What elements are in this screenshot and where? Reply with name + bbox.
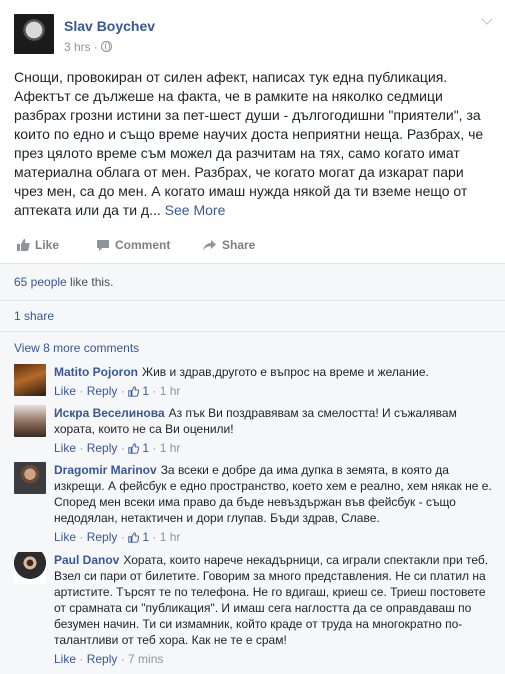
avatar[interactable] <box>14 462 46 494</box>
like-label: Like <box>35 238 60 252</box>
author-avatar[interactable] <box>14 14 54 54</box>
likes-text: 65 people like this. <box>14 275 113 289</box>
comment-likes[interactable]: 1 <box>128 384 149 398</box>
share-icon <box>203 239 216 251</box>
thumbs-up-icon <box>17 239 30 251</box>
comment-body: Paul Danov Хората, които нарече некадърни… <box>54 552 494 667</box>
comment-reply-link[interactable]: Reply <box>87 530 118 544</box>
commenter-name[interactable]: Matito Pojoron <box>54 365 138 379</box>
thumbs-up-icon <box>128 386 140 397</box>
comment-meta: Like · Reply · 1 · 1 hr <box>54 441 181 455</box>
comment-time[interactable]: 1 hr <box>160 384 181 398</box>
comment-label: Comment <box>115 238 171 252</box>
comment-likes-count: 1 <box>142 441 150 455</box>
comment-text: Хората, които нарече некадърници, са игр… <box>54 553 489 647</box>
comment-body: Matito Pojoron Жив и здрав,другото е въпр… <box>54 364 494 399</box>
post-time[interactable]: 3 hrs <box>64 40 91 54</box>
avatar[interactable] <box>14 552 46 584</box>
comment-time[interactable]: 1 hr <box>160 441 181 455</box>
comment-likes[interactable]: 1 <box>128 530 149 544</box>
comment-body: Dragomir Marinov За всеки е добре да има … <box>54 462 494 545</box>
comment-icon <box>97 239 109 251</box>
comment-meta: Like · Reply · 1 · 1 hr <box>54 530 181 544</box>
post-actions: Like Comment Share <box>14 238 494 258</box>
author-name[interactable]: Slav Boychev <box>64 18 155 34</box>
comment-like-link[interactable]: Like <box>54 384 76 398</box>
comment-like-link[interactable]: Like <box>54 530 76 544</box>
share-button[interactable]: Share <box>202 238 255 252</box>
comment-reply-link[interactable]: Reply <box>87 652 118 666</box>
shares-summary: 1 share <box>0 301 505 332</box>
commenter-name[interactable]: Dragomir Marinov <box>54 463 157 477</box>
like-button[interactable]: Like <box>16 238 59 252</box>
comment-meta: Like · Reply · 1 · 1 hr <box>54 384 181 398</box>
comment-time[interactable]: 7 mins <box>128 652 163 666</box>
thumbs-up-icon <box>128 532 140 543</box>
avatar[interactable] <box>14 364 46 396</box>
likes-count-link[interactable]: 65 people <box>14 275 67 289</box>
comment-meta: Like · Reply · 7 mins <box>54 652 164 666</box>
share-label: Share <box>222 238 256 252</box>
thumbs-up-icon <box>128 443 140 454</box>
shares-link[interactable]: 1 share <box>14 309 54 323</box>
post-card: Slav Boychev 3 hrs · Снощи, провокиран от… <box>0 0 505 674</box>
see-more-link[interactable]: See More <box>165 202 226 218</box>
comment-reply-link[interactable]: Reply <box>87 441 118 455</box>
comment-time[interactable]: 1 hr <box>160 530 181 544</box>
likes-summary: 65 people like this. <box>0 264 505 301</box>
comment-text: Жив и здрав,другото е въпрос на време и … <box>142 365 429 379</box>
comment-body: Искра Веселинова Аз пък Ви поздравявам за… <box>54 405 494 456</box>
meta-separator: · <box>93 40 98 54</box>
comment-likes-count: 1 <box>142 384 150 398</box>
comment-likes[interactable]: 1 <box>128 441 149 455</box>
comment-button[interactable]: Comment <box>96 238 170 252</box>
comment-like-link[interactable]: Like <box>54 652 76 666</box>
post-text: Снощи, провокиран от силен афект, написа… <box>14 69 484 218</box>
commenter-name[interactable]: Искра Веселинова <box>54 406 165 420</box>
view-more-comments-link[interactable]: View 8 more comments <box>14 341 139 355</box>
post-meta: 3 hrs · <box>64 40 112 54</box>
commenter-name[interactable]: Paul Danov <box>54 553 119 567</box>
comment-reply-link[interactable]: Reply <box>87 384 118 398</box>
post-header: Slav Boychev 3 hrs · <box>14 14 494 58</box>
comments-section: View 8 more comments Matito Pojoron Жив и… <box>0 332 505 674</box>
chevron-down-icon[interactable] <box>480 14 494 28</box>
globe-icon <box>100 41 112 52</box>
likes-suffix: like this. <box>66 275 114 289</box>
comment-like-link[interactable]: Like <box>54 441 76 455</box>
avatar[interactable] <box>14 405 46 437</box>
comment-likes-count: 1 <box>142 530 150 544</box>
post-body: Снощи, провокиран от силен афект, написа… <box>14 68 494 220</box>
